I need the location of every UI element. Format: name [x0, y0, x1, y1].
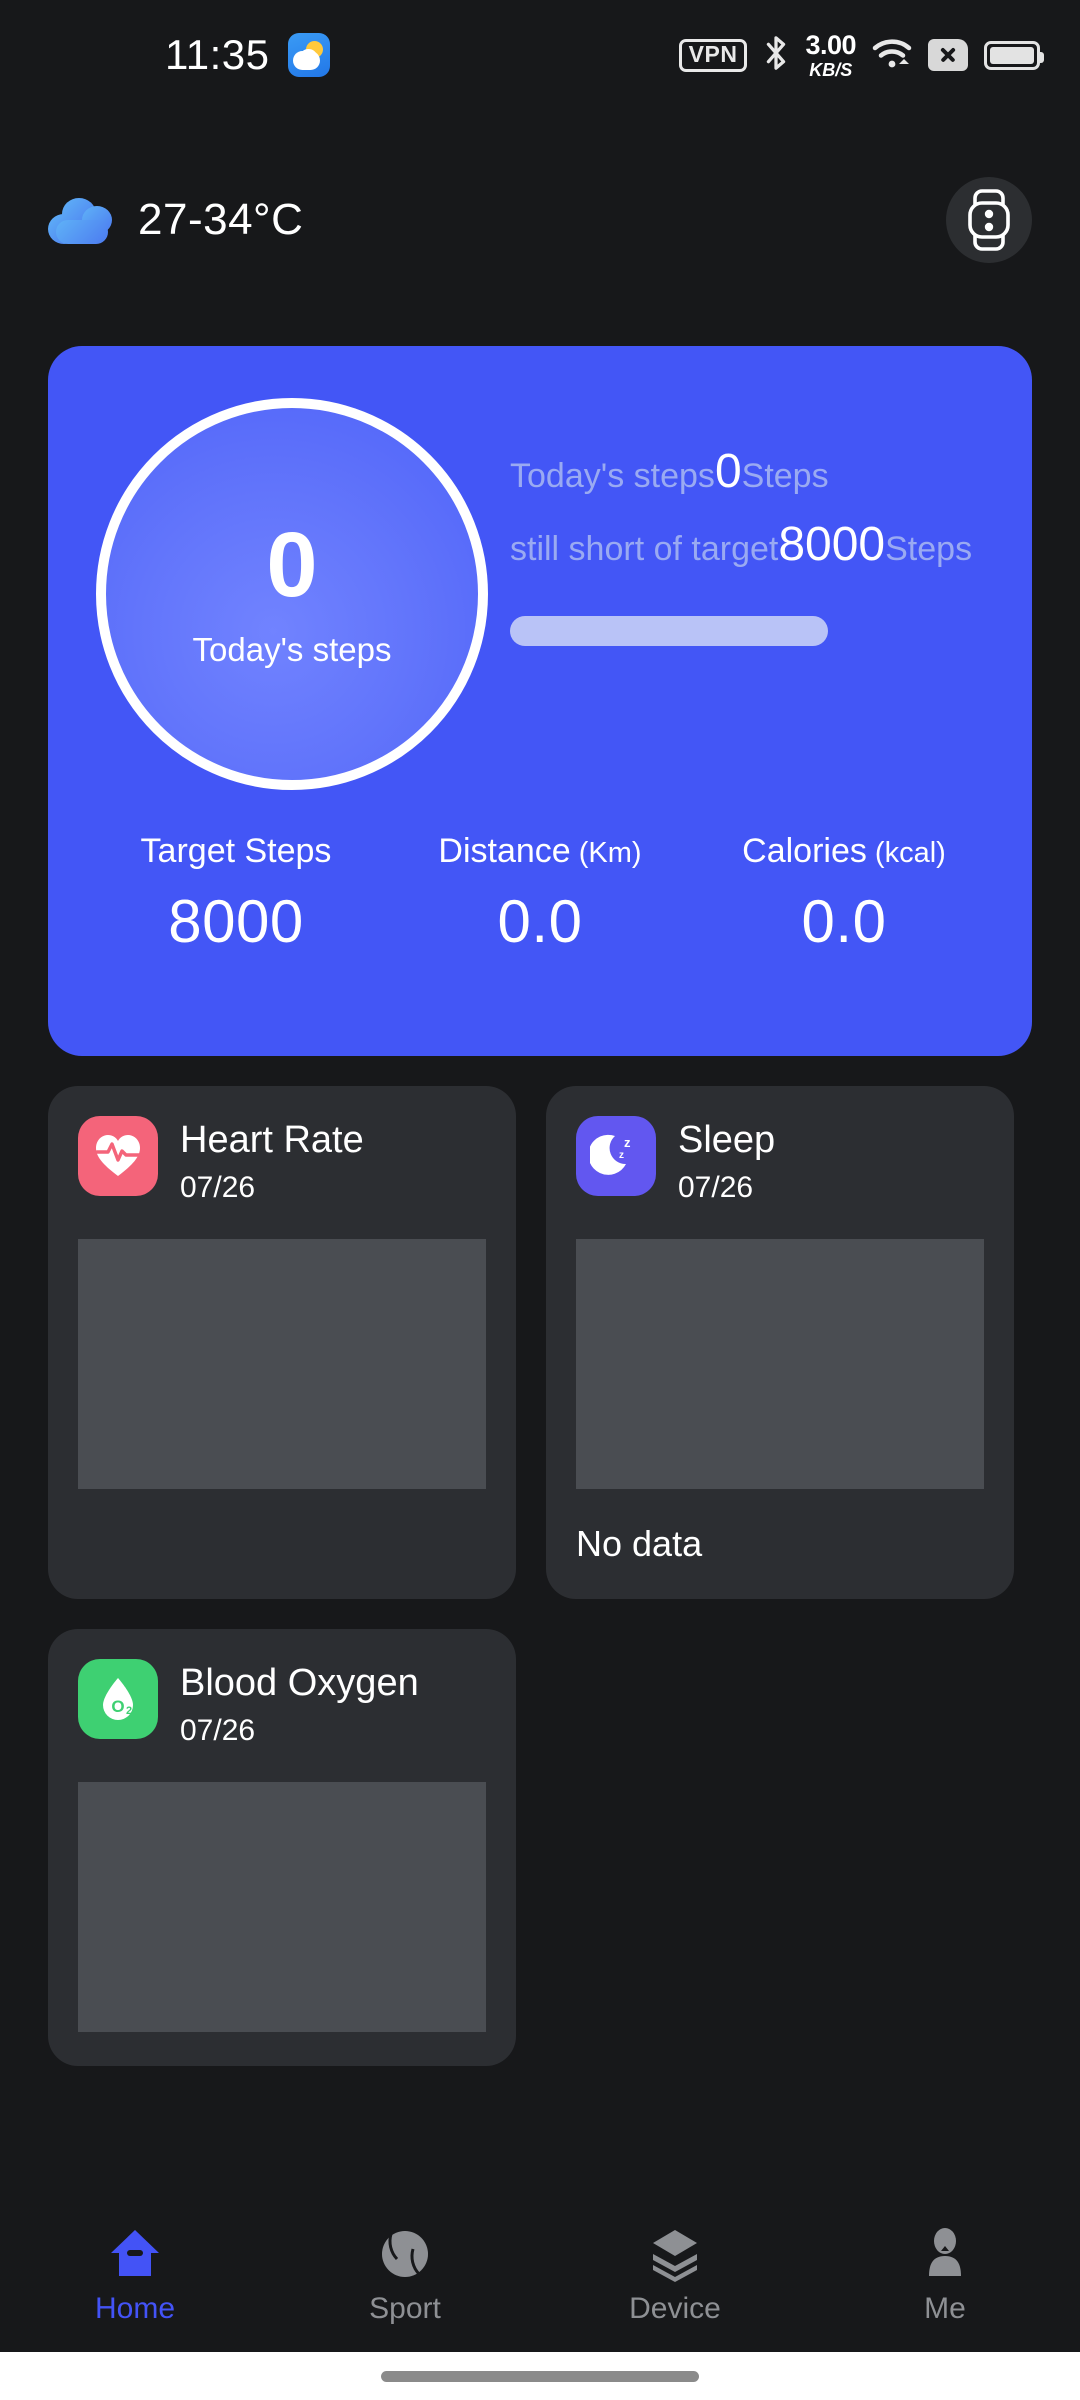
metric-card[interactable]: Heart Rate 07/26 — [48, 1086, 516, 1599]
home-icon — [107, 2226, 163, 2282]
weather-app-icon — [287, 33, 330, 77]
status-bar-clock: 11:35 — [165, 31, 270, 78]
metric-card-date: 07/26 — [180, 1170, 256, 1204]
moon-sleep-icon: zz — [576, 1116, 656, 1196]
nav-item-label: Me — [924, 2292, 966, 2325]
steps-stat-label: Target Steps — [140, 832, 332, 870]
target-shortfall-value: 8000 — [778, 518, 886, 571]
metric-card-title: Heart Rate — [180, 1119, 364, 1161]
nav-item-sport[interactable]: Sport — [270, 2226, 540, 2326]
steps-card-details: Today's steps 0 Steps still short of tar… — [488, 402, 992, 646]
steps-stats-row: Target Steps 8000 Distance (Km) 0.0 Calories… — [48, 790, 1032, 956]
phone-screen: 11:35 VPN 3.00 KB/S 27-34°C 0 Today's st… — [0, 0, 1080, 2400]
steps-stat-value: 0.0 — [801, 888, 887, 955]
weather-temperature: 27-34°C — [138, 195, 304, 244]
battery-icon — [984, 40, 1044, 70]
metric-card-date: 07/26 — [180, 1713, 256, 1747]
nav-item-me[interactable]: Me — [810, 2226, 1080, 2326]
metric-card-header: O 2 Blood Oxygen 07/26 — [78, 1658, 486, 1748]
person-icon — [917, 2226, 973, 2282]
today-steps-value: 0 — [714, 445, 742, 498]
network-speed-unit: KB/S — [809, 59, 853, 80]
today-steps-line: Today's steps 0 Steps — [510, 444, 992, 499]
heart-pulse-icon — [78, 1116, 158, 1196]
network-speed-indicator: 3.00 KB/S — [805, 29, 856, 80]
steps-ring-label: Today's steps — [192, 631, 392, 668]
steps-progress-bar — [510, 616, 828, 646]
device-connect-button[interactable] — [946, 177, 1032, 263]
metric-card-date: 07/26 — [678, 1170, 754, 1204]
today-steps-label: Today's steps — [510, 457, 715, 495]
steps-stat: Calories (kcal) 0.0 — [692, 832, 996, 956]
metric-card[interactable]: O 2 Blood Oxygen 07/26 — [48, 1628, 516, 2066]
steps-stat-value: 8000 — [168, 888, 304, 955]
target-shortfall-line: still short of target 8000 Steps — [510, 517, 992, 572]
steps-progress-ring: 0 Today's steps — [96, 398, 488, 790]
steps-stat-label: Calories (kcal) — [742, 832, 946, 870]
status-bar-left: 11:35 — [165, 31, 330, 79]
nav-item-home[interactable]: Home — [0, 2226, 270, 2326]
network-speed-value: 3.00 — [805, 29, 856, 60]
metric-card-text: Sleep 07/26 — [678, 1116, 775, 1205]
metric-card-text: Heart Rate 07/26 — [180, 1116, 364, 1205]
app-header: 27-34°C — [0, 160, 1080, 280]
today-steps-unit: Steps — [741, 457, 829, 495]
steps-stat-label: Distance (Km) — [438, 832, 642, 870]
target-shortfall-label: still short of target — [510, 530, 779, 568]
nav-item-device[interactable]: Device — [540, 2226, 810, 2326]
svg-text:O: O — [111, 1697, 124, 1716]
ball-icon — [377, 2226, 433, 2282]
nav-item-label: Device — [629, 2292, 721, 2325]
steps-stat: Distance (Km) 0.0 — [388, 832, 692, 956]
svg-text:z: z — [624, 1135, 631, 1150]
layers-icon — [647, 2226, 703, 2282]
cloud-icon — [48, 194, 116, 246]
steps-stat-value: 0.0 — [497, 888, 583, 955]
metric-chart-placeholder — [78, 1238, 486, 1489]
metric-card-title: Blood Oxygen — [180, 1661, 419, 1704]
steps-summary-card[interactable]: 0 Today's steps Today's steps 0 Steps st… — [48, 346, 1032, 1056]
metric-card-text: Blood Oxygen 07/26 — [180, 1659, 419, 1748]
target-shortfall-unit: Steps — [885, 530, 973, 568]
status-bar-right: VPN 3.00 KB/S — [678, 29, 1044, 80]
home-indicator[interactable] — [381, 2370, 699, 2382]
sim-no-signal-icon — [928, 39, 968, 71]
steps-stat: Target Steps 8000 — [84, 832, 388, 956]
vpn-icon: VPN — [678, 38, 748, 72]
steps-ring-value: 0 — [266, 514, 318, 616]
metric-card-grid: Heart Rate 07/26 z z Sleep 07/26 No data O 2 Bloo… — [0, 1056, 1080, 2066]
metric-no-data-label: No data — [576, 1522, 703, 1564]
steps-card-top: 0 Today's steps Today's steps 0 Steps st… — [48, 346, 1032, 790]
blood-oxygen-droplet-icon: O2 — [78, 1658, 158, 1739]
status-bar: 11:35 VPN 3.00 KB/S — [0, 0, 1080, 110]
metric-card-header: z z Sleep 07/26 — [576, 1116, 984, 1205]
bottom-navigation-bar: Home Sport Device Me — [0, 2200, 1080, 2352]
svg-text:2: 2 — [126, 1705, 132, 1717]
metric-chart-placeholder — [576, 1238, 984, 1489]
metric-chart-placeholder — [78, 1781, 486, 2032]
bluetooth-icon — [763, 34, 789, 77]
svg-text:z: z — [619, 1150, 624, 1161]
home-indicator-bar — [0, 2352, 1080, 2400]
main-scroll-area[interactable]: 0 Today's steps Today's steps 0 Steps st… — [0, 298, 1080, 2200]
metric-card-header: Heart Rate 07/26 — [78, 1116, 486, 1205]
nav-item-label: Sport — [369, 2292, 441, 2325]
wifi-icon — [872, 37, 912, 74]
metric-card[interactable]: z z Sleep 07/26 No data — [546, 1086, 1014, 1599]
nav-item-label: Home — [94, 2292, 176, 2325]
metric-card-title: Sleep — [678, 1119, 776, 1161]
